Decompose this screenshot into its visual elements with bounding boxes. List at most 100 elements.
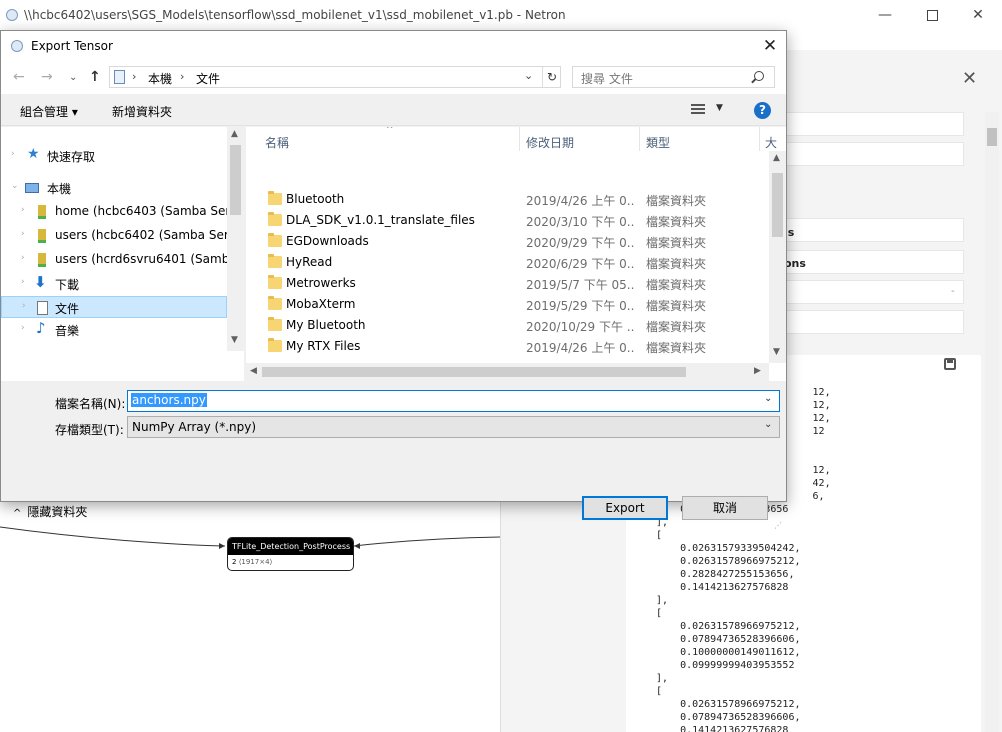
column-divider[interactable] [639, 127, 640, 151]
file-row[interactable]: DLA_SDK_v1.0.1_translate_files 2020/3/10… [246, 210, 771, 231]
nav-item-music[interactable]: › ♪ 音樂 [1, 319, 227, 341]
folder-icon [268, 317, 282, 331]
nav-item-label: home (hcbc6403 (Samba Server [55, 204, 227, 218]
search-icon[interactable] [754, 71, 764, 81]
expand-arrow-icon[interactable]: › [21, 253, 25, 263]
recent-locations-icon[interactable]: ⌄ [69, 72, 77, 83]
file-row[interactable]: MobaXterm 2019/5/29 下午 0... 檔案資料夾 [246, 294, 771, 315]
chevron-down-icon[interactable]: ⌄ [764, 393, 772, 404]
file-row[interactable]: My Bluetooth 2020/10/29 下午 ... 檔案資料夾 [246, 315, 771, 336]
save-icon[interactable] [944, 358, 956, 370]
expand-arrow-icon[interactable]: › [22, 301, 26, 311]
nav-item-documents[interactable]: › 文件 [1, 296, 227, 318]
expand-arrow-icon[interactable]: › [21, 277, 25, 287]
nav-item-this-pc[interactable]: ⌄ 本機 [1, 177, 227, 199]
navpane-scrollbar-thumb[interactable] [230, 145, 241, 215]
filelist-vertical-scrollbar[interactable]: ▲ ▼ [769, 151, 786, 363]
filetype-select[interactable]: NumPy Array (*.npy) ⌄ [127, 416, 780, 438]
organize-button[interactable]: 組合管理 ▾ [20, 103, 78, 120]
collapse-arrow-icon[interactable]: ⌄ [11, 181, 19, 191]
resize-grip-icon[interactable]: ⋰ [774, 521, 782, 530]
dialog-close-button[interactable]: ✕ [757, 35, 783, 57]
file-row[interactable]: EGDownloads 2020/9/29 下午 0... 檔案資料夾 [246, 231, 771, 252]
filename-value[interactable]: anchors.npy [131, 393, 207, 407]
scroll-right-icon[interactable]: ▶ [754, 366, 761, 376]
file-row[interactable]: Metrowerks 2019/5/7 下午 05... 檔案資料夾 [246, 273, 771, 294]
file-type: 檔案資料夾 [646, 278, 707, 292]
expand-arrow-icon[interactable]: › [21, 323, 25, 333]
scroll-down-icon[interactable]: ▼ [773, 347, 780, 357]
maximize-icon [926, 9, 938, 21]
filename-input[interactable]: anchors.npy ⌄ [127, 390, 780, 412]
refresh-icon[interactable]: ↻ [542, 67, 561, 87]
column-header-type[interactable]: 類型 [646, 134, 670, 151]
nav-item-downloads[interactable]: › ⬇ 下載 [1, 273, 227, 295]
new-folder-button[interactable]: 新增資料夾 [112, 103, 172, 120]
nav-item-label: 下載 [55, 278, 80, 292]
close-window-button[interactable]: ✕ [960, 4, 996, 26]
sidebar-field [784, 218, 964, 242]
forward-arrow-icon[interactable]: → [41, 69, 53, 85]
hide-folders-toggle[interactable]: ^ 隱藏資料夾 [13, 503, 87, 520]
view-dropdown-icon[interactable]: ▼ [716, 103, 723, 113]
column-divider[interactable] [759, 127, 760, 151]
maximize-button[interactable] [914, 4, 950, 26]
file-date: 2019/5/29 下午 0... [526, 299, 634, 313]
node-attr-index: 2 [232, 558, 237, 566]
nav-item-quick-access[interactable]: › ★ 快速存取 [1, 145, 227, 167]
search-placeholder: 搜尋 文件 [581, 72, 633, 86]
file-row[interactable]: My RTX Files 2019/4/26 上午 0... 檔案資料夾 [246, 336, 771, 357]
nav-item-home-drive[interactable]: › home (hcbc6403 (Samba Server [1, 201, 227, 223]
address-dropdown-icon[interactable]: ⌄ [524, 69, 533, 82]
file-date: 2020/6/29 下午 0... [526, 257, 634, 271]
breadcrumb-chevron-icon[interactable]: › [180, 70, 184, 83]
sidebar-scrollbar-thumb[interactable] [987, 128, 997, 146]
breadcrumb-documents[interactable]: 文件 [196, 70, 220, 87]
scroll-up-icon[interactable]: ▲ [773, 153, 780, 163]
column-header-date[interactable]: 修改日期 [526, 134, 574, 151]
view-options-icon[interactable] [691, 104, 705, 115]
filetype-value: NumPy Array (*.npy) [132, 420, 257, 434]
column-divider[interactable] [519, 127, 520, 151]
scroll-up-icon[interactable]: ▲ [231, 129, 238, 139]
nav-item-label: 本機 [47, 182, 72, 196]
back-arrow-icon[interactable]: ← [13, 69, 25, 85]
sidebar-close-button[interactable]: ✕ [962, 68, 977, 89]
filelist-horizontal-thumb[interactable] [262, 367, 686, 377]
breadcrumb-this-pc[interactable]: 本機 [148, 70, 172, 87]
search-input[interactable]: 搜尋 文件 [572, 66, 775, 88]
scroll-left-icon[interactable]: ◀ [250, 366, 257, 376]
minimize-button[interactable]: — [867, 4, 903, 26]
help-icon[interactable]: ? [754, 102, 771, 119]
folder-icon [268, 338, 282, 352]
expand-arrow-icon[interactable]: › [21, 205, 25, 215]
network-drive-icon [38, 229, 46, 243]
navpane-scrollbar[interactable]: ▲ ▼ [227, 127, 244, 351]
graph-node[interactable]: TFLite_Detection_PostProcess 2 ⟨1917×4⟩ [227, 537, 354, 571]
column-header-size[interactable]: 大 [765, 134, 777, 151]
scroll-down-icon[interactable]: ▼ [231, 335, 238, 345]
filelist-horizontal-scrollbar[interactable]: ◀ ▶ [246, 363, 769, 381]
file-type: 檔案資料夾 [646, 236, 707, 250]
address-bar[interactable]: › 本機 › 文件 ⌄ ↻ [109, 66, 561, 88]
sidebar-scrollbar[interactable] [985, 112, 999, 732]
file-row[interactable]: HyRead 2020/6/29 下午 0... 檔案資料夾 [246, 252, 771, 273]
filelist-vertical-thumb[interactable] [772, 173, 783, 237]
nav-item-label: 快速存取 [47, 150, 96, 164]
cancel-button[interactable]: 取消 [682, 496, 768, 520]
file-type: 檔案資料夾 [646, 257, 707, 271]
expand-arrow-icon[interactable]: › [21, 229, 25, 239]
breadcrumb-chevron-icon[interactable]: › [132, 70, 136, 83]
chevron-down-icon[interactable]: ⌄ [764, 419, 772, 430]
column-header-name[interactable]: 名稱 [265, 134, 289, 151]
nav-item-label: 音樂 [55, 324, 80, 338]
file-row[interactable]: Bluetooth 2019/4/26 上午 0... 檔案資料夾 [246, 189, 771, 210]
nav-item-users-drive-2[interactable]: › users (hcrd6svru6401 (Samba S [1, 249, 227, 271]
up-arrow-icon[interactable]: ↑ [89, 69, 101, 85]
file-date: 2019/4/26 上午 0... [526, 194, 634, 208]
export-button[interactable]: Export [582, 496, 668, 520]
folder-icon [268, 233, 282, 247]
expand-arrow-icon[interactable]: › [11, 149, 15, 159]
nav-item-users-drive[interactable]: › users (hcbc6402 (Samba Server [1, 225, 227, 247]
file-name: EGDownloads [286, 234, 369, 248]
